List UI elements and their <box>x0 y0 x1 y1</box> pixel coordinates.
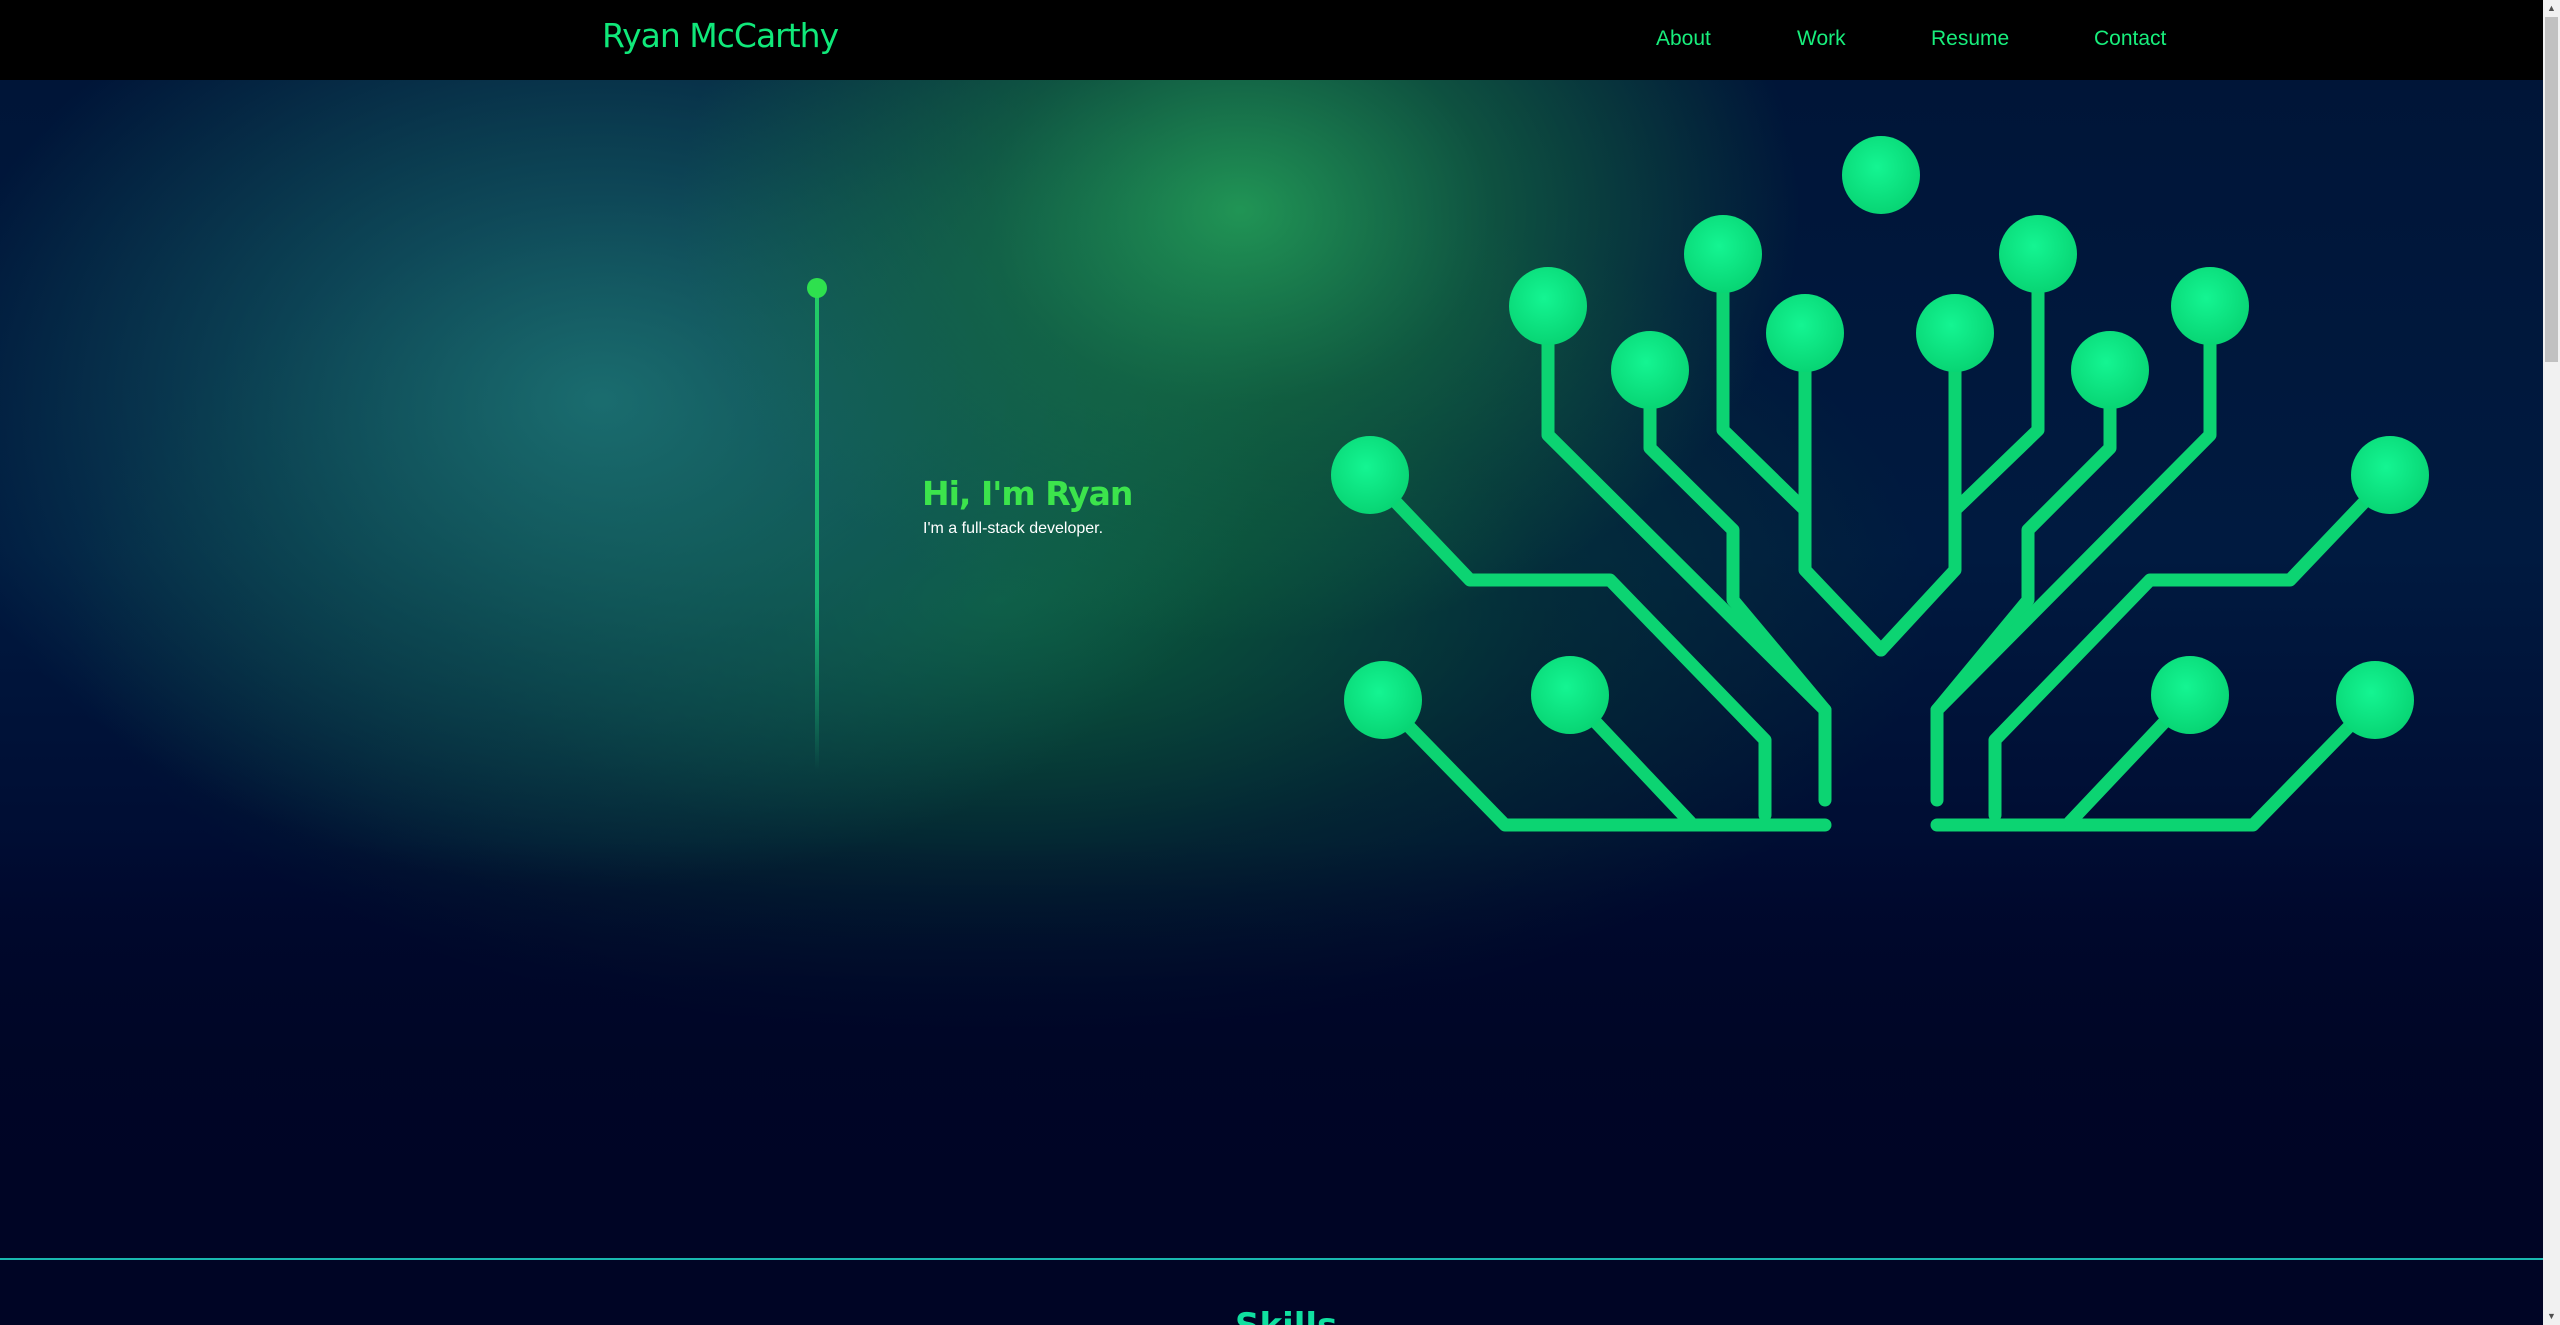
scroll-down-arrow-icon[interactable]: ▼ <box>2543 1308 2560 1325</box>
hero-section <box>0 80 2543 1260</box>
nav-resume-link[interactable]: Resume <box>1931 27 2009 51</box>
timeline-line <box>815 290 819 770</box>
brand-logo-link[interactable]: Ryan McCarthy <box>602 16 839 55</box>
timeline-dot <box>807 278 827 298</box>
section-divider <box>0 1258 2543 1260</box>
skills-heading: Skills <box>1235 1306 1337 1325</box>
scrollbar-thumb[interactable] <box>2545 17 2558 362</box>
navbar: Ryan McCarthy About Work Resume Contact <box>0 0 2543 80</box>
page-scrollbar[interactable]: ▲ ▼ <box>2543 0 2560 1325</box>
nav-contact-link[interactable]: Contact <box>2094 27 2166 51</box>
nav-work-link[interactable]: Work <box>1797 27 1846 51</box>
hero-title: Hi, I'm Ryan <box>922 474 1133 513</box>
scroll-up-arrow-icon[interactable]: ▲ <box>2543 0 2560 17</box>
page: Ryan McCarthy About Work Resume Contact <box>0 0 2543 1325</box>
nav-about-link[interactable]: About <box>1656 27 1711 51</box>
hero-bottom-fade <box>0 840 2543 1260</box>
hero-subtitle: I'm a full-stack developer. <box>923 520 1104 537</box>
